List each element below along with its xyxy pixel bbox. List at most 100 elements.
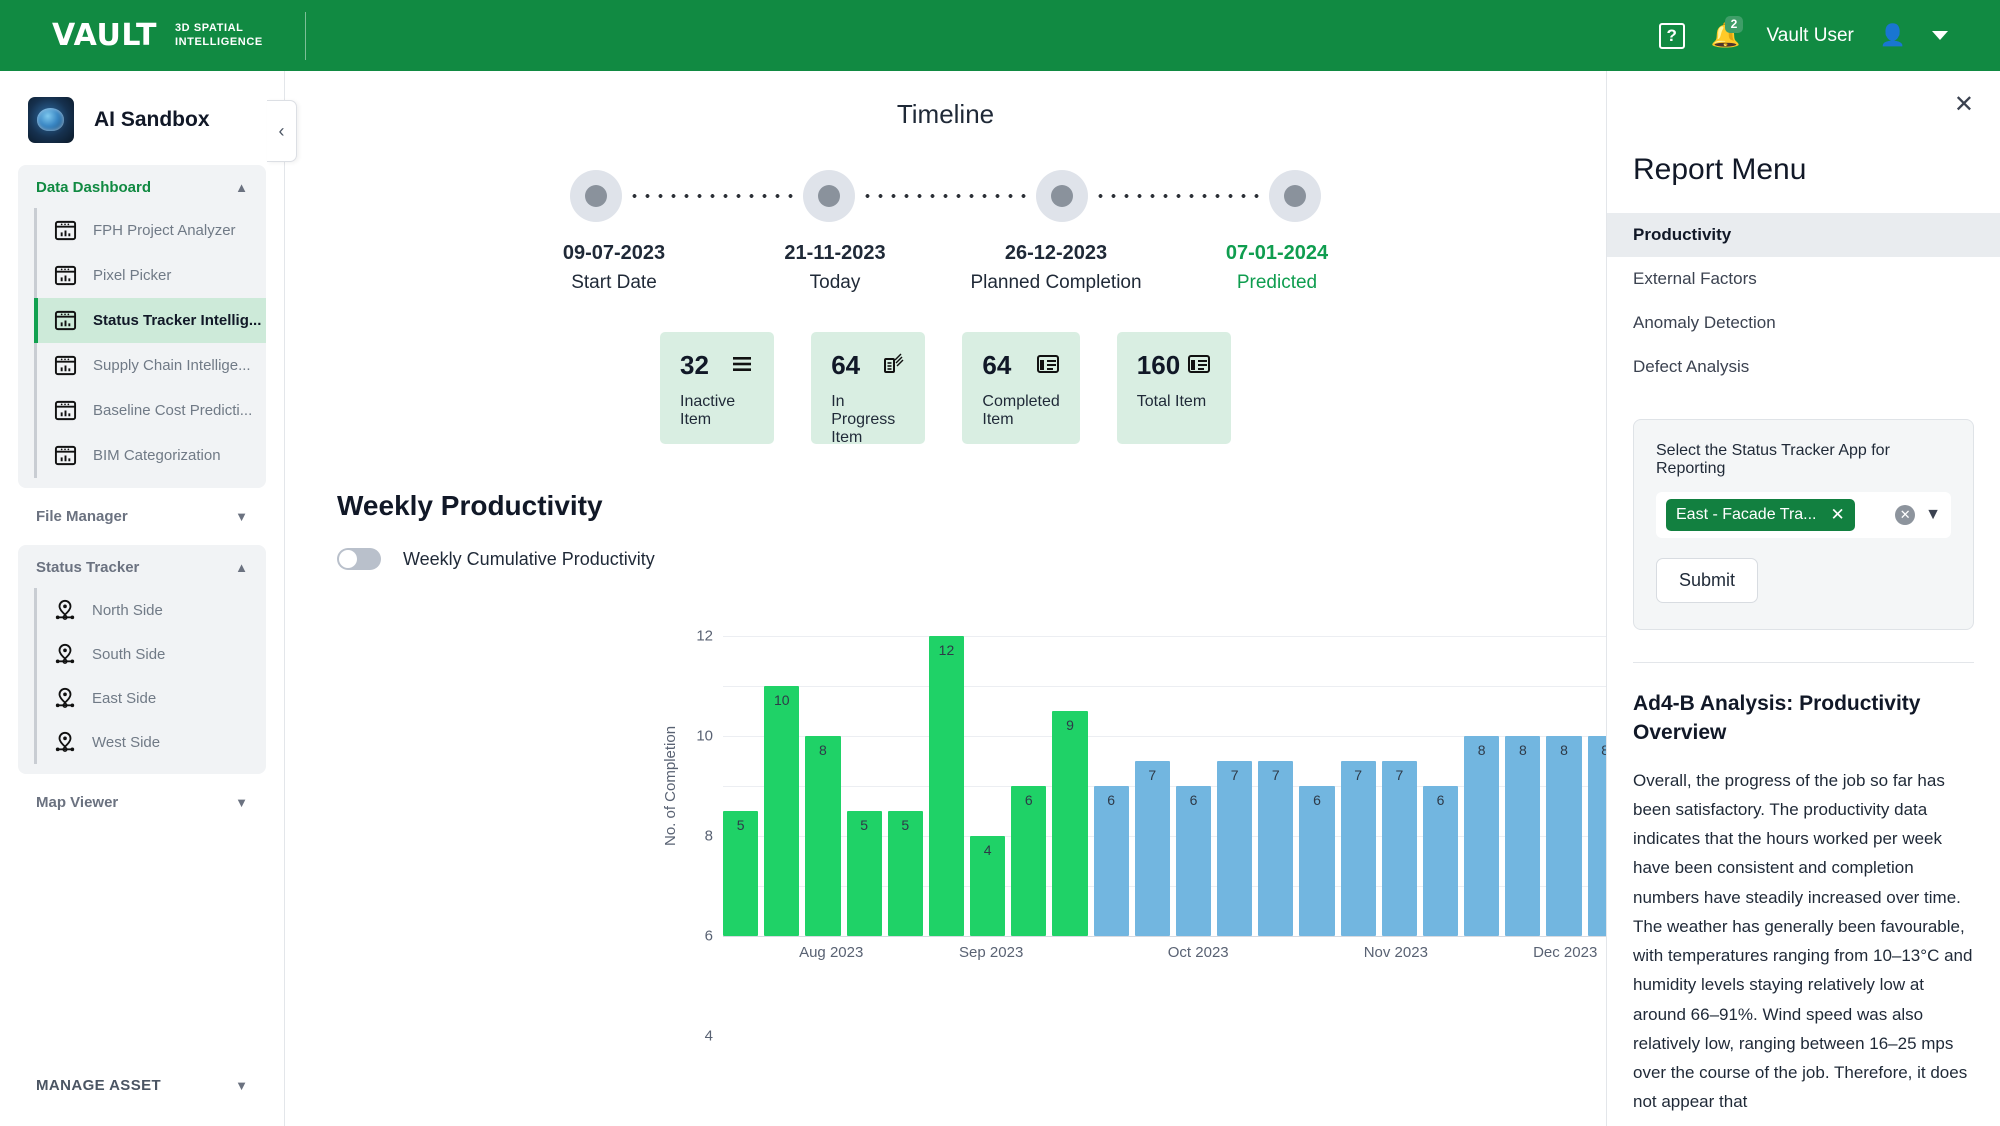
user-menu-chevron-down-icon[interactable] xyxy=(1932,31,1948,40)
help-icon[interactable]: ? xyxy=(1658,22,1685,49)
brand-name: VAULT xyxy=(52,18,157,53)
manage-asset-label: MANAGE ASSET xyxy=(36,1077,162,1094)
sidebar-item-west-side[interactable]: West Side xyxy=(34,720,266,764)
nav-group-header-status-tracker[interactable]: Status Tracker ▲ xyxy=(18,545,266,588)
chart-bar-column: 8 xyxy=(1464,636,1500,936)
brand-logo[interactable]: VAULT 3D SPATIAL INTELLIGENCE xyxy=(0,18,263,53)
chip-remove-icon[interactable]: ✕ xyxy=(1831,505,1845,525)
kpi-label: Total Item xyxy=(1136,393,1207,410)
sidebar-item-baseline-cost-prediction[interactable]: Baseline Cost Predicti... xyxy=(34,388,266,433)
report-panel-title: Report Menu xyxy=(1633,153,1807,186)
chart-bar[interactable]: 8 xyxy=(1505,736,1541,936)
status-tracker-select[interactable]: East - Facade Tra... ✕ ✕ ▼ xyxy=(1656,492,1951,538)
weekly-cumulative-toggle[interactable] xyxy=(337,548,381,570)
chart-bar[interactable]: 7 xyxy=(1134,761,1170,936)
nav-group-header-data-dashboard[interactable]: Data Dashboard ▲ xyxy=(18,165,266,208)
nav-group-file-manager[interactable]: File Manager ▼ xyxy=(18,494,266,539)
chevron-down-icon[interactable]: ▼ xyxy=(1925,506,1941,524)
notifications-button[interactable]: 🔔 2 xyxy=(1711,15,1744,48)
chart-bar[interactable]: 7 xyxy=(1381,761,1417,936)
chevron-up-icon: ▲ xyxy=(235,180,248,195)
timeline-node-today[interactable] xyxy=(803,170,855,222)
nav-group-data-dashboard: Data Dashboard ▲ FPH Project Analyzer Pi… xyxy=(18,165,266,488)
sidebar-item-label: Status Tracker Intellig... xyxy=(93,312,262,329)
notification-badge: 2 xyxy=(1724,15,1744,34)
chart-bar[interactable]: 5 xyxy=(723,811,759,936)
chart-bar[interactable]: 9 xyxy=(1052,711,1088,936)
avatar-icon[interactable]: 👤 xyxy=(1880,24,1906,48)
chart-bar-column: 8 xyxy=(1505,636,1541,936)
sidebar-item-label: West Side xyxy=(92,733,161,751)
chart-bar[interactable]: 5 xyxy=(846,811,882,936)
chart-bar[interactable]: 12 xyxy=(928,636,965,936)
chart-plot-area: 024681012 5108551246967677677688888 xyxy=(696,628,1606,1045)
chart-bar[interactable]: 7 xyxy=(1217,761,1253,936)
nav-group-title: File Manager xyxy=(36,508,128,525)
timeline-node-predicted[interactable] xyxy=(1269,170,1321,222)
timeline-node-start[interactable] xyxy=(570,170,622,222)
chart-bar[interactable]: 5 xyxy=(887,811,923,936)
location-pin-icon xyxy=(55,687,75,708)
chart-bar[interactable]: 6 xyxy=(1422,786,1459,936)
chart-bar[interactable]: 6 xyxy=(1299,786,1335,936)
chart-y-tick: 4 xyxy=(704,1027,713,1045)
close-icon[interactable]: ✕ xyxy=(1954,93,1974,117)
sidebar-item-fph-project-analyzer[interactable]: FPH Project Analyzer xyxy=(34,208,266,253)
chart-bar-value: 6 xyxy=(1024,792,1033,808)
page-title: Weekly Productivity xyxy=(337,490,603,521)
report-menu-item-defect-analysis[interactable]: Defect Analysis xyxy=(1607,345,2000,389)
chart-bar-column: 7 xyxy=(1217,636,1253,936)
kpi-card-in-progress[interactable]: 64 In Progress Item xyxy=(811,332,926,446)
chart-bar-value: 9 xyxy=(1066,717,1074,733)
timeline-node-planned[interactable] xyxy=(1036,170,1088,222)
clear-all-icon[interactable]: ✕ xyxy=(1895,505,1916,525)
kpi-card-total[interactable]: 160 Total Item xyxy=(1116,332,1231,444)
dashboard-icon xyxy=(54,400,77,421)
dashboard-icon xyxy=(54,355,77,376)
sidebar-item-bim-categorization[interactable]: BIM Categorization xyxy=(34,433,266,478)
chart-bar[interactable]: 6 xyxy=(1011,786,1047,936)
in-progress-icon xyxy=(884,353,904,373)
report-menu-item-anomaly-detection[interactable]: Anomaly Detection xyxy=(1607,301,2000,345)
chart-bar[interactable]: 6 xyxy=(1175,786,1212,936)
chart-bar-value: 8 xyxy=(1560,742,1568,758)
report-menu-item-productivity[interactable]: Productivity xyxy=(1607,213,2000,257)
sandbox-header[interactable]: AI Sandbox xyxy=(0,71,284,165)
kpi-card-inactive[interactable]: 32 Inactive Item xyxy=(660,332,775,444)
chart-bar[interactable]: 7 xyxy=(1340,761,1376,936)
brand-tagline-line2: INTELLIGENCE xyxy=(174,35,263,48)
report-menu-item-external-factors[interactable]: External Factors xyxy=(1607,257,2000,301)
kpi-card-completed[interactable]: 64 Completed Item xyxy=(962,332,1080,444)
chart-y-tick: 6 xyxy=(704,927,713,945)
dashboard-icon xyxy=(54,220,77,241)
chart-bar[interactable]: 10 xyxy=(764,686,800,936)
chevron-down-icon: ▼ xyxy=(235,795,248,810)
chart-bar[interactable]: 8 xyxy=(1464,736,1500,936)
chart-bar-column: 5 xyxy=(723,636,759,936)
sidebar-item-label: East Side xyxy=(92,689,157,707)
sidebar-item-status-tracker-intelligence[interactable]: Status Tracker Intellig... xyxy=(34,298,266,343)
timeline-node-dot xyxy=(1051,185,1073,207)
sidebar-item-supply-chain-intelligence[interactable]: Supply Chain Intellige... xyxy=(34,343,266,388)
chart-bar[interactable]: 8 xyxy=(805,736,841,936)
chart-bar[interactable]: 8 xyxy=(1587,736,1606,936)
chart-bar[interactable]: 6 xyxy=(1093,786,1129,936)
location-pin-icon xyxy=(55,643,75,664)
chart-bar[interactable]: 7 xyxy=(1258,761,1294,936)
chip-label: East - Facade Tra... xyxy=(1676,506,1817,523)
sidebar-item-pixel-picker[interactable]: Pixel Picker xyxy=(34,253,266,298)
sidebar-item-south-side[interactable]: South Side xyxy=(34,632,266,676)
chart-bar-column: 5 xyxy=(887,636,923,936)
manage-asset-group[interactable]: MANAGE ASSET ▼ xyxy=(18,1063,266,1108)
nav-group-map-viewer[interactable]: Map Viewer ▼ xyxy=(18,780,266,825)
dashboard-icon xyxy=(54,265,77,286)
chart-bar[interactable]: 4 xyxy=(970,836,1006,936)
timeline-label-today: 21-11-2023 Today xyxy=(725,242,946,294)
chart-bar-column: 8 xyxy=(805,636,841,936)
sidebar-item-east-side[interactable]: East Side xyxy=(34,676,266,720)
timeline-date: 07-01-2024 xyxy=(1225,242,1329,264)
submit-button[interactable]: Submit xyxy=(1656,558,1759,603)
chart-bar[interactable]: 8 xyxy=(1546,736,1582,936)
sidebar-item-north-side[interactable]: North Side xyxy=(34,588,266,632)
sidebar-collapse-button[interactable]: ‹ xyxy=(267,100,297,162)
